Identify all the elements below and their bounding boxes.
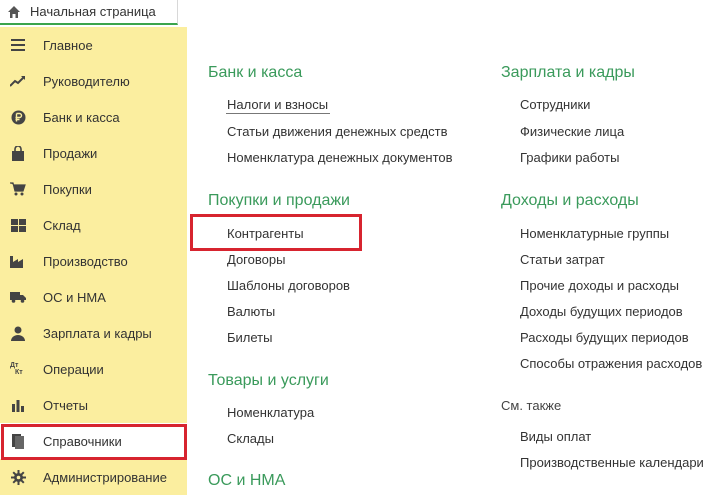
see-also-label: См. также bbox=[501, 398, 562, 413]
home-tab-label: Начальная страница bbox=[30, 4, 156, 19]
link-deferred-expenses[interactable]: Расходы будущих периодов bbox=[520, 330, 689, 345]
sidebar-item-administration[interactable]: Администрирование bbox=[0, 459, 187, 495]
sidebar-item-production[interactable]: Производство bbox=[0, 243, 187, 279]
link-other-income-expenses[interactable]: Прочие доходы и расходы bbox=[520, 278, 679, 293]
link-payment-types[interactable]: Виды оплат bbox=[520, 429, 591, 444]
sidebar-item-main[interactable]: Главное bbox=[0, 27, 187, 63]
sidebar-item-bank[interactable]: Банк и касса bbox=[0, 99, 187, 135]
sidebar-item-fixed-assets[interactable]: ОС и НМА bbox=[0, 279, 187, 315]
gear-icon bbox=[10, 469, 26, 485]
books-icon bbox=[10, 433, 26, 449]
link-nomenclature[interactable]: Номенклатура bbox=[227, 405, 314, 420]
link-money-documents[interactable]: Номенклатура денежных документов bbox=[227, 150, 453, 165]
section-goods-services-title: Товары и услуги bbox=[208, 372, 329, 389]
sidebar-item-manager[interactable]: Руководителю bbox=[0, 63, 187, 99]
link-tickets[interactable]: Билеты bbox=[227, 330, 272, 345]
link-contracts[interactable]: Договоры bbox=[227, 252, 285, 267]
link-cash-flow-items[interactable]: Статьи движения денежных средств bbox=[227, 124, 448, 139]
sidebar-item-sales[interactable]: Продажи bbox=[0, 135, 187, 171]
section-fixed-assets-title: ОС и НМА bbox=[208, 472, 286, 489]
bar-chart-icon bbox=[10, 397, 26, 413]
link-expense-methods[interactable]: Способы отражения расходов bbox=[520, 356, 702, 371]
link-work-schedules[interactable]: Графики работы bbox=[520, 150, 619, 165]
section-purchases-sales-title: Покупки и продажи bbox=[208, 192, 350, 209]
link-individuals[interactable]: Физические лица bbox=[520, 124, 624, 139]
kt-label: Кт bbox=[15, 369, 23, 376]
link-deferred-income[interactable]: Доходы будущих периодов bbox=[520, 304, 683, 319]
cart-icon bbox=[10, 181, 26, 197]
ruble-coin-icon bbox=[10, 109, 26, 125]
link-contract-templates[interactable]: Шаблоны договоров bbox=[227, 278, 350, 293]
link-taxes-underline bbox=[226, 113, 330, 114]
dt-kt-icon: Дт Кт bbox=[10, 361, 26, 377]
sidebar-item-purchases[interactable]: Покупки bbox=[0, 171, 187, 207]
sidebar: Главное Руководителю Банк и касса Продаж… bbox=[0, 27, 187, 495]
sidebar-item-directories[interactable]: Справочники bbox=[0, 423, 187, 459]
sidebar-item-operations[interactable]: Дт Кт Операции bbox=[0, 351, 187, 387]
section-income-expenses-title: Доходы и расходы bbox=[501, 192, 639, 209]
link-currencies[interactable]: Валюты bbox=[227, 304, 275, 319]
link-nomenclature-groups[interactable]: Номенклатурные группы bbox=[520, 226, 669, 241]
link-counterparties[interactable]: Контрагенты bbox=[227, 226, 304, 241]
factory-icon bbox=[10, 253, 26, 269]
shopping-bag-icon bbox=[10, 145, 26, 161]
warehouse-grid-icon bbox=[10, 217, 26, 233]
section-salary-title: Зарплата и кадры bbox=[501, 64, 635, 81]
link-taxes[interactable]: Налоги и взносы bbox=[227, 97, 328, 112]
home-icon bbox=[7, 5, 21, 19]
link-production-calendars[interactable]: Производственные календари bbox=[520, 455, 704, 470]
link-warehouses[interactable]: Склады bbox=[227, 431, 274, 446]
link-cost-items[interactable]: Статьи затрат bbox=[520, 252, 605, 267]
person-icon bbox=[10, 325, 26, 341]
menu-lines-icon bbox=[10, 37, 26, 53]
home-tab[interactable]: Начальная страница bbox=[0, 0, 178, 25]
section-bank-title: Банк и касса bbox=[208, 64, 303, 81]
truck-icon bbox=[10, 289, 26, 305]
sidebar-item-reports[interactable]: Отчеты bbox=[0, 387, 187, 423]
link-employees[interactable]: Сотрудники bbox=[520, 97, 590, 112]
sidebar-item-salary[interactable]: Зарплата и кадры bbox=[0, 315, 187, 351]
trend-up-icon bbox=[10, 73, 26, 89]
sidebar-item-warehouse[interactable]: Склад bbox=[0, 207, 187, 243]
dt-label: Дт bbox=[10, 362, 19, 369]
